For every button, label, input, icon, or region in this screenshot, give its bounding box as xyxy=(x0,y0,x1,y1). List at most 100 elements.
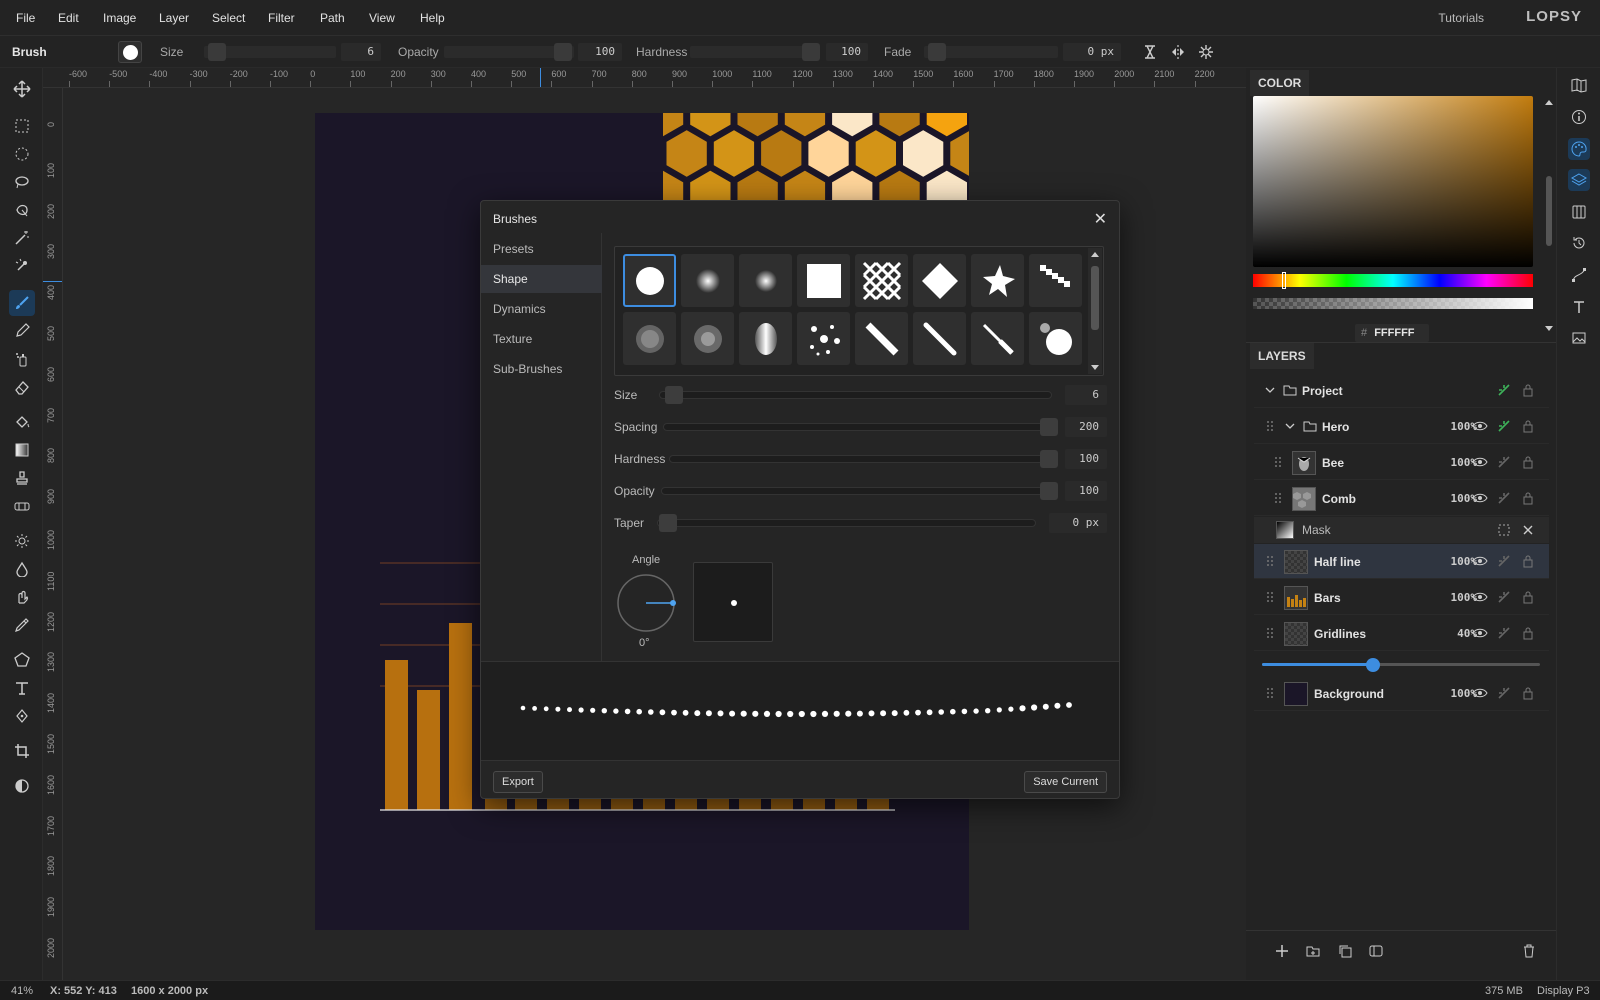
smudge-tool-icon[interactable] xyxy=(9,584,35,610)
brush-grid-scrollbar[interactable] xyxy=(1088,248,1102,374)
fg-bg-color-icon[interactable] xyxy=(9,773,35,799)
object-select-tool-icon[interactable] xyxy=(9,197,35,223)
lock-icon[interactable] xyxy=(1520,625,1536,641)
color-profile[interactable]: Display P3 xyxy=(1537,985,1590,997)
eye-icon[interactable] xyxy=(1472,553,1488,569)
hex-input[interactable]: # FFFFFF xyxy=(1355,324,1429,342)
lock-icon[interactable] xyxy=(1520,589,1536,605)
shape-tool-icon[interactable] xyxy=(9,647,35,673)
rect-select-tool-icon[interactable] xyxy=(9,113,35,139)
layers-icon[interactable] xyxy=(1568,169,1590,191)
fx-icon[interactable] xyxy=(1496,625,1512,641)
symmetry-icon[interactable] xyxy=(1170,44,1186,63)
fx-icon[interactable] xyxy=(1496,490,1512,506)
hardness-slider[interactable] xyxy=(690,46,820,58)
layer-opacity-slider[interactable] xyxy=(1262,658,1540,672)
color-panel-tab[interactable]: COLOR xyxy=(1250,70,1310,96)
size-value[interactable]: 6 xyxy=(341,43,381,61)
lasso-tool-icon[interactable] xyxy=(9,169,35,195)
brush-bubble[interactable] xyxy=(1029,312,1082,365)
pencil-tool-icon[interactable] xyxy=(9,318,35,344)
fx-icon[interactable] xyxy=(1496,553,1512,569)
blur-tool-icon[interactable] xyxy=(9,556,35,582)
info-icon[interactable] xyxy=(1568,106,1590,128)
save-current-button[interactable]: Save Current xyxy=(1024,771,1107,793)
menu-layer[interactable]: Layer xyxy=(159,11,189,25)
hue-slider[interactable] xyxy=(1253,274,1533,287)
tutorials-link[interactable]: Tutorials xyxy=(1438,11,1484,25)
dlg-taper-slider[interactable] xyxy=(657,519,1036,527)
tab-shape[interactable]: Shape xyxy=(481,265,602,293)
layers-panel-tab[interactable]: LAYERS xyxy=(1250,343,1314,369)
tab-texture[interactable]: Texture xyxy=(481,325,602,353)
drag-handle-icon[interactable] xyxy=(1270,454,1286,470)
tab-sub-brushes[interactable]: Sub-Brushes xyxy=(481,355,602,383)
quick-select-tool-icon[interactable] xyxy=(9,253,35,279)
drag-handle-icon[interactable] xyxy=(1262,589,1278,605)
crop-tool-icon[interactable] xyxy=(9,738,35,764)
pen-tool-icon[interactable] xyxy=(9,703,35,729)
brightness-tool-icon[interactable] xyxy=(9,528,35,554)
menu-edit[interactable]: Edit xyxy=(58,11,79,25)
eye-icon[interactable] xyxy=(1472,625,1488,641)
brush-round-hard[interactable] xyxy=(623,254,676,307)
brush-square[interactable] xyxy=(797,254,850,307)
dlg-size-thumb[interactable] xyxy=(665,386,683,404)
lock-icon[interactable] xyxy=(1520,490,1536,506)
drag-handle-icon[interactable] xyxy=(1270,490,1286,506)
mask-name[interactable]: Mask xyxy=(1302,523,1331,537)
image-panel-icon[interactable] xyxy=(1568,327,1590,349)
menu-view[interactable]: View xyxy=(369,11,395,25)
layer-row-bars[interactable]: Bars 100% xyxy=(1254,580,1549,615)
layer-name[interactable]: Bee xyxy=(1322,456,1344,470)
layer-row-background[interactable]: Background 100% xyxy=(1254,676,1549,711)
drag-handle-icon[interactable] xyxy=(1262,553,1278,569)
drag-handle-icon[interactable] xyxy=(1262,418,1278,434)
alpha-slider[interactable] xyxy=(1253,298,1533,309)
magic-wand-tool-icon[interactable] xyxy=(9,225,35,251)
drag-handle-icon[interactable] xyxy=(1262,625,1278,641)
layer-opacity-slider-thumb[interactable] xyxy=(1366,658,1381,672)
healing-tool-icon[interactable] xyxy=(9,493,35,519)
dlg-opacity-thumb[interactable] xyxy=(1040,482,1058,500)
size-slider-thumb[interactable] xyxy=(208,43,226,61)
fade-slider-thumb[interactable] xyxy=(928,43,946,61)
eye-icon[interactable] xyxy=(1472,418,1488,434)
dlg-taper-thumb[interactable] xyxy=(659,514,677,532)
lock-icon[interactable] xyxy=(1520,553,1536,569)
export-button[interactable]: Export xyxy=(493,771,543,793)
menu-path[interactable]: Path xyxy=(320,11,345,25)
tab-dynamics[interactable]: Dynamics xyxy=(481,295,602,323)
layer-row-comb[interactable]: Comb 100% xyxy=(1254,481,1549,516)
book-icon[interactable] xyxy=(1568,74,1590,96)
layer-row-mask[interactable]: Mask xyxy=(1254,517,1549,543)
eye-icon[interactable] xyxy=(1472,589,1488,605)
brush-round-softer[interactable] xyxy=(739,254,792,307)
layer-row-hero[interactable]: Hero 100% xyxy=(1254,409,1549,444)
lock-icon[interactable] xyxy=(1520,418,1536,434)
fx-icon[interactable] xyxy=(1496,454,1512,470)
tab-presets[interactable]: Presets xyxy=(481,235,602,263)
layer-name[interactable]: Background xyxy=(1314,687,1384,701)
eye-icon[interactable] xyxy=(1472,454,1488,470)
lock-icon[interactable] xyxy=(1520,685,1536,701)
ellipse-select-tool-icon[interactable] xyxy=(9,141,35,167)
fx-active-icon[interactable] xyxy=(1496,382,1512,398)
brush-tool-icon[interactable] xyxy=(9,290,35,316)
chevron-down-icon[interactable] xyxy=(1262,382,1278,398)
fx-icon[interactable] xyxy=(1496,685,1512,701)
move-tool-icon[interactable] xyxy=(9,76,35,102)
add-mask-icon[interactable] xyxy=(1368,943,1384,959)
gradient-tool-icon[interactable] xyxy=(9,437,35,463)
brush-preview-swatch[interactable] xyxy=(118,41,142,63)
mask-select-icon[interactable] xyxy=(1496,522,1512,538)
eyedropper-tool-icon[interactable] xyxy=(9,612,35,638)
fill-tool-icon[interactable] xyxy=(9,409,35,435)
dlg-hardness-slider[interactable] xyxy=(669,455,1052,463)
dlg-opacity-slider[interactable] xyxy=(661,487,1052,495)
chevron-down-icon[interactable] xyxy=(1282,418,1298,434)
color-panel-scrollbar[interactable] xyxy=(1544,96,1554,336)
layer-name[interactable]: Bars xyxy=(1314,591,1341,605)
duplicate-layer-icon[interactable] xyxy=(1337,943,1353,959)
opacity-slider-thumb[interactable] xyxy=(554,43,572,61)
